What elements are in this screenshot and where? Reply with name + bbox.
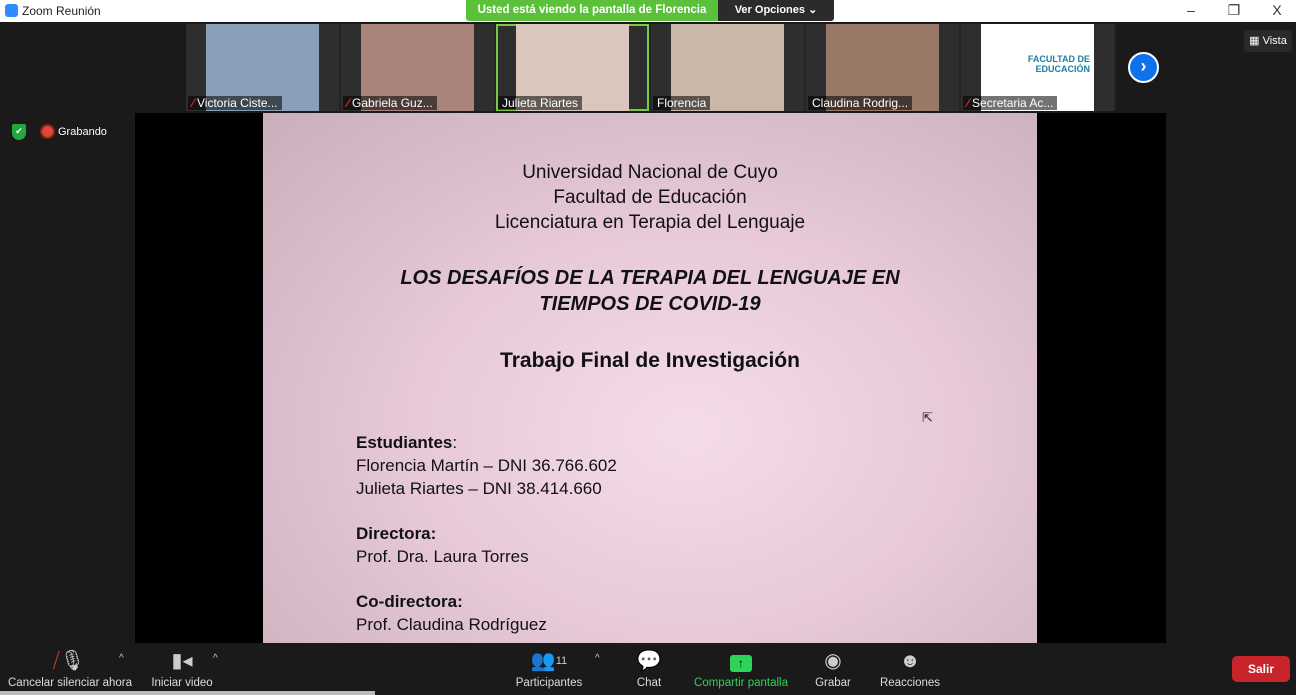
- view-button[interactable]: ▦ Vista: [1244, 30, 1292, 52]
- record-dot-icon: [42, 126, 53, 137]
- participant-tile[interactable]: FACULTAD DE EDUCACIÓN ⁄ Secretaria Ac...: [961, 24, 1114, 111]
- participant-name-text: Julieta Riartes: [502, 96, 579, 110]
- title-line: LOS DESAFÍOS DE LA TERAPIA DEL LENGUAJE …: [400, 267, 900, 289]
- reactions-button[interactable]: ☻ Reacciones: [878, 649, 942, 689]
- participants-button[interactable]: 👥11 Participantes: [513, 649, 585, 689]
- close-button[interactable]: X: [1262, 2, 1292, 18]
- codirector: Prof. Claudina Rodríguez: [356, 615, 547, 634]
- restore-button[interactable]: ❐: [1219, 2, 1249, 19]
- start-video-button[interactable]: ▮◂ Iniciar video: [146, 649, 218, 689]
- microphone-muted-icon: ⧸🎙: [52, 650, 86, 672]
- screen-share-banner: Usted está viendo la pantalla de Florenc…: [466, 0, 718, 21]
- participant-name-text: Florencia: [657, 96, 707, 110]
- participant-name: Julieta Riartes: [498, 96, 583, 110]
- unmute-label: Cancelar silenciar ahora: [8, 677, 133, 689]
- chat-label: Chat: [636, 677, 662, 689]
- shared-screen[interactable]: Universidad Nacional de Cuyo Facultad de…: [135, 113, 1166, 643]
- participant-tile[interactable]: Florencia: [651, 24, 804, 111]
- record-button[interactable]: ◉ Grabar: [812, 649, 854, 689]
- video-off-icon: ▮◂: [171, 650, 193, 672]
- faculty-name: Facultad de Educación: [553, 187, 747, 208]
- chat-button[interactable]: 💬 Chat: [628, 649, 670, 689]
- participant-name: Florencia: [653, 96, 711, 110]
- recording-indicator[interactable]: Grabando: [42, 124, 107, 140]
- students-label: Estudiantes: [356, 433, 453, 452]
- recording-label: Grabando: [58, 126, 107, 138]
- participants-count: 11: [555, 655, 568, 667]
- video-options-caret[interactable]: ^: [213, 653, 218, 664]
- leave-button[interactable]: Salir: [1232, 656, 1290, 682]
- reactions-label: Reacciones: [879, 677, 941, 689]
- mic-muted-icon: ⁄: [192, 96, 195, 110]
- participant-name: ⁄ Secretaria Ac...: [963, 96, 1058, 110]
- participant-strip: ⁄ Victoria Ciste... ⁄ Gabriela Guz... Juliet…: [186, 24, 1116, 111]
- participants-label: Participantes: [515, 677, 583, 689]
- student: Julieta Riartes – DNI 38.414.660: [356, 479, 602, 498]
- participant-name: ⁄ Gabriela Guz...: [343, 96, 437, 110]
- participant-tile[interactable]: Julieta Riartes: [496, 24, 649, 111]
- director: Prof. Dra. Laura Torres: [356, 547, 529, 566]
- share-arrow-icon: ↑: [730, 655, 752, 672]
- participant-name: Claudina Rodrig...: [808, 96, 913, 110]
- slide-header: Universidad Nacional de Cuyo Facultad de…: [263, 160, 1037, 235]
- meeting-toolbar: ⧸🎙 Cancelar silenciar ahora ^ ▮◂ Iniciar v…: [0, 643, 1296, 695]
- unmute-button[interactable]: ⧸🎙 Cancelar silenciar ahora: [8, 649, 133, 689]
- share-screen-button[interactable]: ↑ Compartir pantalla: [692, 649, 790, 689]
- participant-tile[interactable]: ⁄ Victoria Ciste...: [186, 24, 339, 111]
- director-label: Directora:: [356, 524, 437, 543]
- view-options-button[interactable]: Ver Opciones ⌄: [718, 0, 834, 21]
- mouse-cursor-icon: ⇱: [922, 410, 933, 425]
- minimize-button[interactable]: –: [1176, 2, 1206, 18]
- chevron-right-icon[interactable]: ›: [1128, 52, 1159, 83]
- record-icon: ◉: [824, 650, 842, 672]
- reactions-icon: ☻: [899, 650, 921, 672]
- presentation-slide: Universidad Nacional de Cuyo Facultad de…: [263, 113, 1037, 643]
- participant-name-text: Victoria Ciste...: [197, 96, 278, 110]
- title-line: TIEMPOS DE COVID-19: [539, 293, 761, 315]
- participants-options-caret[interactable]: ^: [595, 653, 600, 664]
- record-label: Grabar: [815, 677, 851, 689]
- students-section: Estudiantes:: [356, 433, 458, 452]
- participant-name-text: Gabriela Guz...: [352, 96, 433, 110]
- student: Florencia Martín – DNI 36.766.602: [356, 456, 617, 475]
- mic-muted-icon: ⁄: [347, 96, 350, 110]
- mic-muted-icon: ⁄: [967, 96, 970, 110]
- security-shield-icon[interactable]: ✔: [12, 124, 26, 140]
- view-label: Vista: [1262, 35, 1287, 47]
- zoom-logo-icon: [5, 4, 18, 17]
- participants-icon: 👥11: [530, 650, 568, 672]
- participant-tile[interactable]: Claudina Rodrig...: [806, 24, 959, 111]
- scrollbar[interactable]: [0, 691, 375, 695]
- window-title: Zoom Reunión: [22, 4, 101, 18]
- grid-icon: ▦: [1249, 35, 1263, 47]
- participant-name: ⁄ Victoria Ciste...: [188, 96, 282, 110]
- chat-icon: 💬: [636, 650, 662, 672]
- slide-subtitle: Trabajo Final de Investigación: [500, 349, 800, 372]
- audio-options-caret[interactable]: ^: [119, 653, 124, 664]
- video-label: Iniciar video: [151, 677, 213, 689]
- share-label: Compartir pantalla: [694, 677, 788, 689]
- participant-tile[interactable]: ⁄ Gabriela Guz...: [341, 24, 494, 111]
- participant-name-text: Secretaria Ac...: [972, 96, 1054, 110]
- slide-title: LOS DESAFÍOS DE LA TERAPIA DEL LENGUAJE …: [263, 265, 1037, 317]
- university-name: Universidad Nacional de Cuyo: [522, 162, 778, 183]
- participant-name-text: Claudina Rodrig...: [812, 96, 909, 110]
- degree-name: Licenciatura en Terapia del Lenguaje: [494, 212, 806, 233]
- codirector-label: Co-directora:: [356, 592, 463, 611]
